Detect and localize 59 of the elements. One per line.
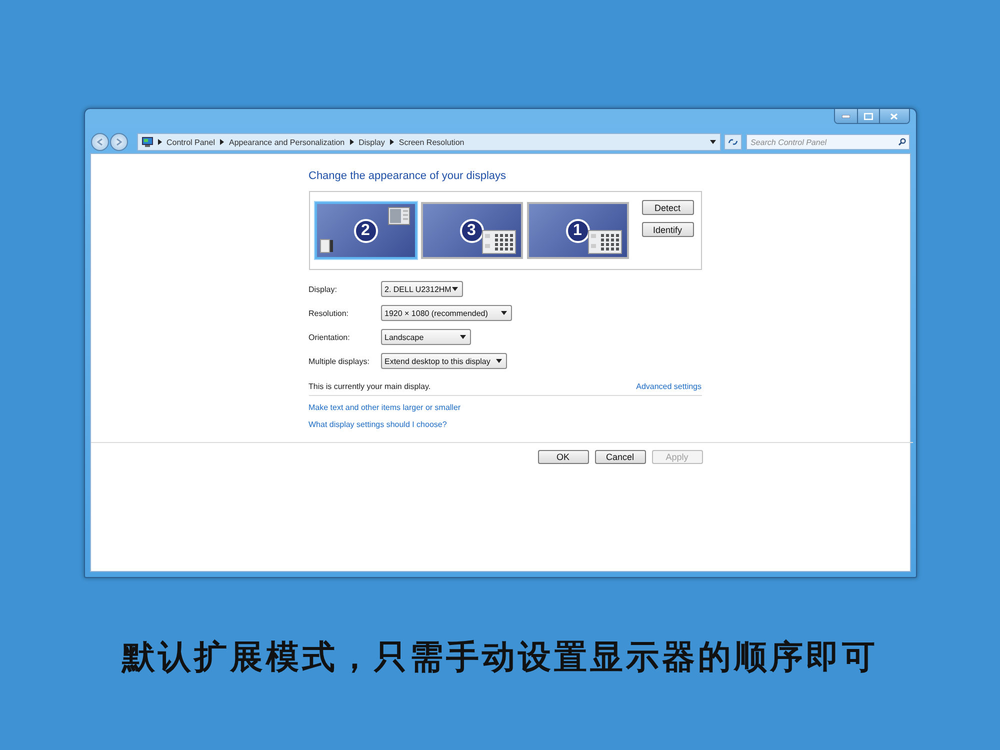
dropdown-value: 1920 × 1080 (recommended) xyxy=(384,308,488,318)
dialog-button[interactable]: OK xyxy=(538,450,588,464)
help-link[interactable]: Make text and other items larger or smaller xyxy=(308,403,461,412)
breadcrumb-item[interactable]: Screen Resolution xyxy=(398,138,464,146)
page-heading: Change the appearance of your displays xyxy=(308,170,508,182)
main-display-note: This is currently your main display. xyxy=(308,382,431,391)
window-thumbnail-icon xyxy=(320,239,334,253)
monitor-tile[interactable]: 2 xyxy=(314,202,416,259)
monitor-number: 1 xyxy=(566,218,590,242)
caret-icon xyxy=(496,359,502,363)
caret-icon xyxy=(452,287,458,291)
monitor-icon xyxy=(142,137,152,147)
setting-label: Display: xyxy=(308,284,338,294)
monitor-number: 2 xyxy=(354,218,378,242)
dropdown-value: Landscape xyxy=(384,332,424,342)
close-button[interactable] xyxy=(878,109,908,123)
keypad-window-icon xyxy=(482,230,516,254)
dropdown[interactable]: Landscape xyxy=(380,329,470,345)
help-link[interactable]: What display settings should I choose? xyxy=(308,420,447,429)
window-thumbnail-icon xyxy=(388,207,410,225)
maximize-button[interactable] xyxy=(856,109,878,123)
dropdown[interactable]: 2. DELL U2312HM xyxy=(380,281,462,297)
dropdown-caret-icon[interactable] xyxy=(710,140,716,144)
address-bar[interactable]: Control Panel Appearance and Personalization Display Screen Resolution xyxy=(136,133,720,151)
breadcrumb-item[interactable]: Display xyxy=(358,138,385,146)
refresh-button[interactable] xyxy=(724,134,742,150)
close-icon xyxy=(890,112,898,120)
minimize-button[interactable] xyxy=(834,109,856,123)
chevron-icon xyxy=(158,139,162,145)
search-icon xyxy=(898,138,906,146)
dropdown[interactable]: 1920 × 1080 (recommended) xyxy=(380,305,512,321)
minimize-icon xyxy=(842,114,850,118)
forward-button[interactable] xyxy=(110,133,128,151)
caret-icon xyxy=(460,335,466,339)
breadcrumb-item[interactable]: Appearance and Personalization xyxy=(228,138,345,146)
search-field[interactable]: Search Control Panel xyxy=(746,134,910,150)
maximize-icon xyxy=(864,112,872,120)
dropdown[interactable]: Extend desktop to this display xyxy=(380,353,506,369)
preview-button[interactable]: Identify xyxy=(642,222,694,237)
monitor-tile[interactable]: 3 xyxy=(420,202,522,259)
setting-label: Resolution: xyxy=(308,308,350,318)
breadcrumb-item[interactable]: Control Panel xyxy=(166,138,215,146)
dropdown-value: Extend desktop to this display xyxy=(384,356,490,366)
dialog-button[interactable]: Cancel xyxy=(594,450,646,464)
setting-label: Orientation: xyxy=(308,332,351,342)
preview-button[interactable]: Detect xyxy=(642,200,694,215)
chevron-icon xyxy=(220,139,224,145)
monitor-tile[interactable]: 1 xyxy=(526,202,628,259)
chevron-icon xyxy=(350,139,354,145)
keypad-window-icon xyxy=(588,230,622,254)
caption-text: 默认扩展模式，只需手动设置显示器的顺序即可 xyxy=(122,636,878,678)
caret-icon xyxy=(500,311,506,315)
chevron-icon xyxy=(390,139,394,145)
refresh-icon xyxy=(728,138,738,146)
advanced-settings-link[interactable]: Advanced settings xyxy=(636,382,702,391)
dropdown-value: 2. DELL U2312HM xyxy=(384,284,452,294)
back-button[interactable] xyxy=(90,133,108,151)
setting-label: Multiple displays: xyxy=(308,356,370,366)
monitor-number: 3 xyxy=(460,218,484,242)
